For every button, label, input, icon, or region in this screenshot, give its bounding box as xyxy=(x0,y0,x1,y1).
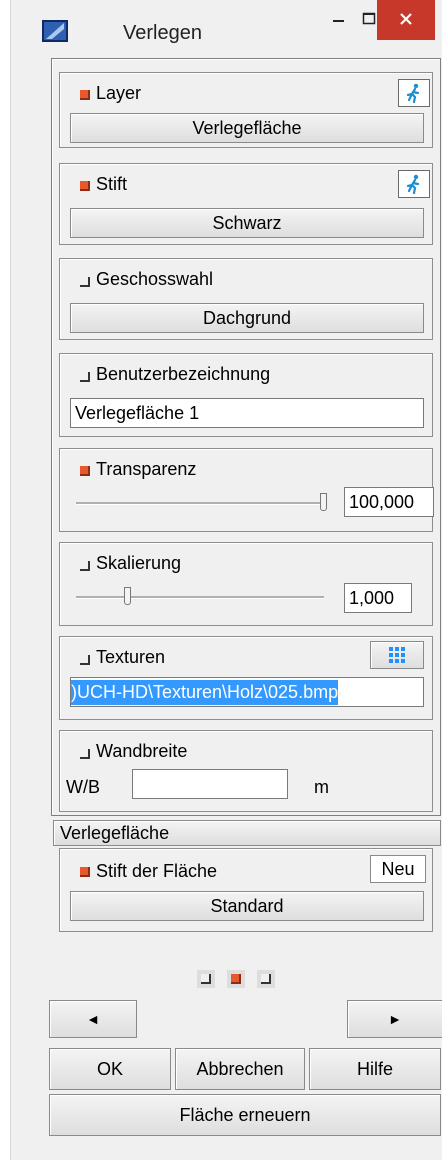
wandbreite-unit: m xyxy=(314,777,329,797)
verlegeflaeche-header[interactable]: Verlegefläche xyxy=(53,820,441,846)
benutzer-label: Benutzerbezeichnung xyxy=(96,364,271,384)
skalierung-input[interactable]: 1,000 xyxy=(344,583,412,613)
textures-browse-button[interactable] xyxy=(370,641,424,669)
arrow-right-icon: ► xyxy=(388,1011,402,1027)
page-indicator-1[interactable] xyxy=(197,970,215,988)
texturen-path-input[interactable]: )UCH-HD\Texturen\Holz\025.bmp xyxy=(70,677,424,707)
transparenz-label: Transparenz xyxy=(96,459,197,479)
close-button[interactable] xyxy=(377,0,435,40)
wandbreite-checkbox[interactable] xyxy=(80,749,90,759)
layer-select-button[interactable]: Verlegefläche xyxy=(70,113,424,143)
stift-flaeche-checkbox[interactable] xyxy=(80,867,90,877)
stift-flaeche-select-button[interactable]: Standard xyxy=(70,891,424,921)
stift-section: Stift Schwarz xyxy=(59,163,433,245)
transparenz-section: Transparenz 100,000 xyxy=(59,448,434,532)
texturen-section: Texturen )UCH-HD\Texturen\Holz\025.bmp xyxy=(59,636,433,720)
benutzer-section: Benutzerbezeichnung Verlegefläche 1 xyxy=(59,353,433,437)
close-icon xyxy=(400,13,412,25)
texturen-path-selection: )UCH-HD\Texturen\Holz\025.bmp xyxy=(71,679,339,705)
geschoss-select-button[interactable]: Dachgrund xyxy=(70,303,424,333)
geschoss-checkbox[interactable] xyxy=(80,277,90,287)
skalierung-section: Skalierung 1,000 xyxy=(59,542,433,626)
next-button[interactable]: ► xyxy=(347,1000,442,1038)
layer-label: Layer xyxy=(96,83,142,103)
new-button[interactable]: Neu xyxy=(370,855,426,883)
skalierung-slider-track[interactable] xyxy=(76,596,324,599)
verlegen-dialog: Verlegen Layer Verlegefläche Stift Schwa… xyxy=(10,0,442,1160)
title-bar: Verlegen xyxy=(11,0,442,58)
transparenz-slider-track[interactable] xyxy=(76,502,324,505)
arrow-left-icon: ◄ xyxy=(86,1011,100,1027)
geschoss-section: Geschosswahl Dachgrund xyxy=(59,258,433,340)
window-title: Verlegen xyxy=(123,22,202,44)
wandbreite-section: Wandbreite W/B m xyxy=(59,730,433,812)
layer-checkbox[interactable] xyxy=(80,90,90,100)
ok-button[interactable]: OK xyxy=(49,1048,171,1090)
wandbreite-label: Wandbreite xyxy=(96,741,188,761)
app-icon xyxy=(42,20,68,42)
transparenz-input[interactable]: 100,000 xyxy=(344,487,434,517)
page-indicator-2-box xyxy=(231,974,241,984)
benutzer-input[interactable]: Verlegefläche 1 xyxy=(70,398,424,428)
stift-flaeche-label: Stift der Fläche xyxy=(96,861,218,881)
wandbreite-prefix: W/B xyxy=(66,777,100,797)
stift-flaeche-section: Stift der Fläche Neu Standard xyxy=(59,848,433,932)
benutzer-checkbox[interactable] xyxy=(80,372,90,382)
page-indicator-2[interactable] xyxy=(227,970,245,988)
skalierung-slider-thumb[interactable] xyxy=(124,587,131,605)
transparenz-slider-thumb[interactable] xyxy=(320,493,327,511)
stift-checkbox[interactable] xyxy=(80,181,90,191)
geschoss-label: Geschosswahl xyxy=(96,269,214,289)
running-person-icon xyxy=(406,83,420,103)
page-indicator-3[interactable] xyxy=(257,970,275,988)
prev-button[interactable]: ◄ xyxy=(49,1000,137,1038)
stift-select-button[interactable]: Schwarz xyxy=(70,208,424,238)
texturen-label: Texturen xyxy=(96,647,166,667)
skalierung-checkbox[interactable] xyxy=(80,561,90,571)
stift-label: Stift xyxy=(96,174,128,194)
help-button[interactable]: Hilfe xyxy=(309,1048,441,1090)
transparenz-checkbox[interactable] xyxy=(80,466,90,476)
layer-pick-button[interactable] xyxy=(398,79,430,107)
stift-pick-button[interactable] xyxy=(398,170,430,198)
grid-icon xyxy=(389,647,405,663)
page-indicator-1-box xyxy=(201,974,211,984)
skalierung-label: Skalierung xyxy=(96,553,182,573)
layer-section: Layer Verlegefläche xyxy=(59,72,433,148)
wandbreite-input[interactable] xyxy=(132,769,288,799)
renew-area-button[interactable]: Fläche erneuern xyxy=(49,1094,441,1136)
cancel-button[interactable]: Abbrechen xyxy=(175,1048,305,1090)
page-indicator-3-box xyxy=(261,974,271,984)
texturen-checkbox[interactable] xyxy=(80,655,90,665)
running-person-icon xyxy=(406,174,420,194)
